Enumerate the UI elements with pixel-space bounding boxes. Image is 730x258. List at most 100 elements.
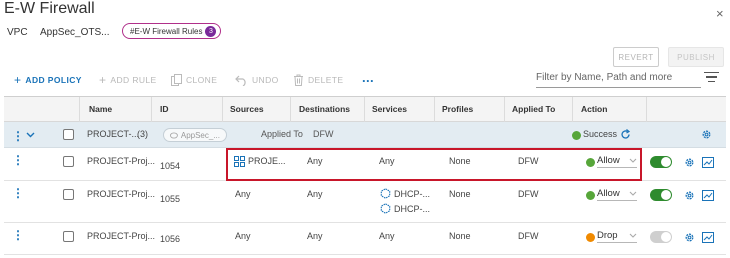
column-header-destinations[interactable]: Destinations (299, 104, 350, 114)
gear-icon[interactable] (684, 190, 695, 201)
trash-icon (294, 74, 303, 86)
undo-icon (235, 75, 246, 86)
delete-label: DELETE (308, 75, 344, 85)
chevron-down-icon[interactable] (26, 132, 35, 138)
row-checkbox[interactable] (63, 156, 74, 167)
rule-enable-toggle[interactable] (650, 189, 672, 201)
action-select[interactable]: Allow (597, 153, 637, 168)
add-rule-label: ADD RULE (110, 75, 157, 85)
policy-checkbox[interactable] (63, 129, 74, 140)
policy-rule-count: (3) (137, 129, 148, 139)
filter-lines-icon[interactable] (704, 72, 719, 84)
success-status-dot (572, 131, 581, 140)
gear-icon[interactable] (701, 129, 712, 140)
drop-status-dot (586, 233, 595, 242)
add-policy-button[interactable]: + ADD POLICY (14, 73, 82, 87)
row-checkbox[interactable] (63, 189, 74, 200)
rule-destination: Any (307, 156, 323, 166)
rule-service: Any (379, 156, 395, 166)
row-checkbox[interactable] (63, 231, 74, 242)
rule-profile: None (449, 231, 471, 241)
rule-id: 1055 (160, 194, 181, 204)
column-header-name[interactable]: Name (89, 104, 112, 114)
rule-source[interactable]: PROJE... (248, 156, 286, 166)
chevron-down-icon (629, 191, 637, 196)
rule-source: Any (235, 189, 251, 199)
policy-source-label: AppSec_... (180, 130, 220, 140)
refresh-icon[interactable] (620, 129, 631, 140)
column-header-applied-to[interactable]: Applied To (512, 104, 555, 114)
page-title: E-W Firewall (4, 0, 95, 17)
service-icon (380, 203, 391, 214)
rule-name: PROJECT-Proj... (87, 156, 156, 166)
policy-name: PROJECT-... (87, 129, 140, 139)
gear-icon[interactable] (684, 232, 695, 243)
action-value: Allow (597, 154, 620, 166)
toggle-knob (661, 157, 671, 167)
close-icon[interactable]: × (716, 6, 724, 21)
rule-id: 1056 (160, 234, 181, 244)
rule-applied-to: DFW (518, 156, 539, 166)
rule-name: PROJECT-Proj... (87, 189, 156, 199)
column-header-services[interactable]: Services (372, 104, 407, 114)
rule-service: Any (379, 231, 395, 241)
allow-status-dot (586, 191, 595, 200)
group-icon (234, 156, 245, 167)
add-rule-button[interactable]: + ADD RULE (99, 73, 157, 87)
column-divider (151, 97, 152, 122)
filter-chip[interactable]: #E-W Firewall Rules 3 (122, 23, 222, 39)
column-divider (646, 97, 647, 122)
column-header-id[interactable]: ID (160, 104, 169, 114)
toggle-knob (661, 232, 671, 242)
chevron-down-icon (629, 158, 637, 163)
rule-enable-toggle[interactable] (650, 231, 672, 243)
plus-icon: + (14, 73, 22, 87)
plus-icon: + (99, 73, 107, 87)
add-policy-label: ADD POLICY (25, 75, 82, 85)
column-header-action[interactable]: Action (581, 104, 607, 114)
kebab-menu-icon[interactable]: ⋮ (12, 228, 24, 242)
column-divider (504, 97, 505, 122)
more-button[interactable]: ... (362, 70, 374, 85)
column-header-profiles[interactable]: Profiles (442, 104, 473, 114)
graph-icon[interactable] (702, 157, 714, 168)
delete-button[interactable]: DELETE (293, 73, 343, 87)
graph-icon[interactable] (702, 232, 714, 243)
rule-name: PROJECT-Proj... (87, 231, 156, 241)
publish-button[interactable]: PUBLISH (668, 47, 724, 67)
revert-button[interactable]: REVERT (613, 47, 659, 67)
clone-button[interactable]: CLONE (171, 73, 217, 87)
column-divider (290, 97, 291, 122)
graph-icon[interactable] (702, 190, 714, 201)
policy-source-pill[interactable]: AppSec_... (163, 128, 227, 142)
rule-profile: None (449, 156, 471, 166)
column-divider (364, 97, 365, 122)
policy-status: Success (583, 129, 618, 139)
undo-button[interactable]: UNDO (235, 73, 279, 87)
table-header (4, 97, 726, 122)
filter-chip-count: 3 (205, 25, 217, 37)
rule-enable-toggle[interactable] (650, 156, 672, 168)
service-icon (380, 188, 391, 199)
policy-applied-to-label: Applied To (261, 129, 303, 139)
rule-service[interactable]: DHCP-... (394, 189, 430, 199)
column-divider (434, 97, 435, 122)
allow-status-dot (586, 158, 595, 167)
action-select[interactable]: Allow (597, 186, 637, 201)
gear-icon[interactable] (684, 157, 695, 168)
rule-service-secondary[interactable]: DHCP-... (394, 204, 430, 214)
action-select[interactable]: Drop (597, 228, 637, 243)
filter-input[interactable]: Filter by Name, Path and more (536, 70, 701, 88)
rule-destination: Any (307, 231, 323, 241)
kebab-menu-icon[interactable]: ⋮ (12, 153, 24, 167)
kebab-menu-icon[interactable]: ⋮ (12, 186, 24, 200)
clone-label: CLONE (186, 75, 218, 85)
kebab-menu-icon[interactable]: ⋮ (12, 129, 24, 143)
filter-chip-label: #E-W Firewall Rules (130, 26, 203, 36)
column-divider (79, 97, 80, 122)
rule-id: 1054 (160, 161, 181, 171)
context-name[interactable]: AppSec_OTS... (40, 27, 109, 38)
column-header-sources[interactable]: Sources (230, 104, 264, 114)
rule-applied-to: DFW (518, 189, 539, 199)
rule-profile: None (449, 189, 471, 199)
